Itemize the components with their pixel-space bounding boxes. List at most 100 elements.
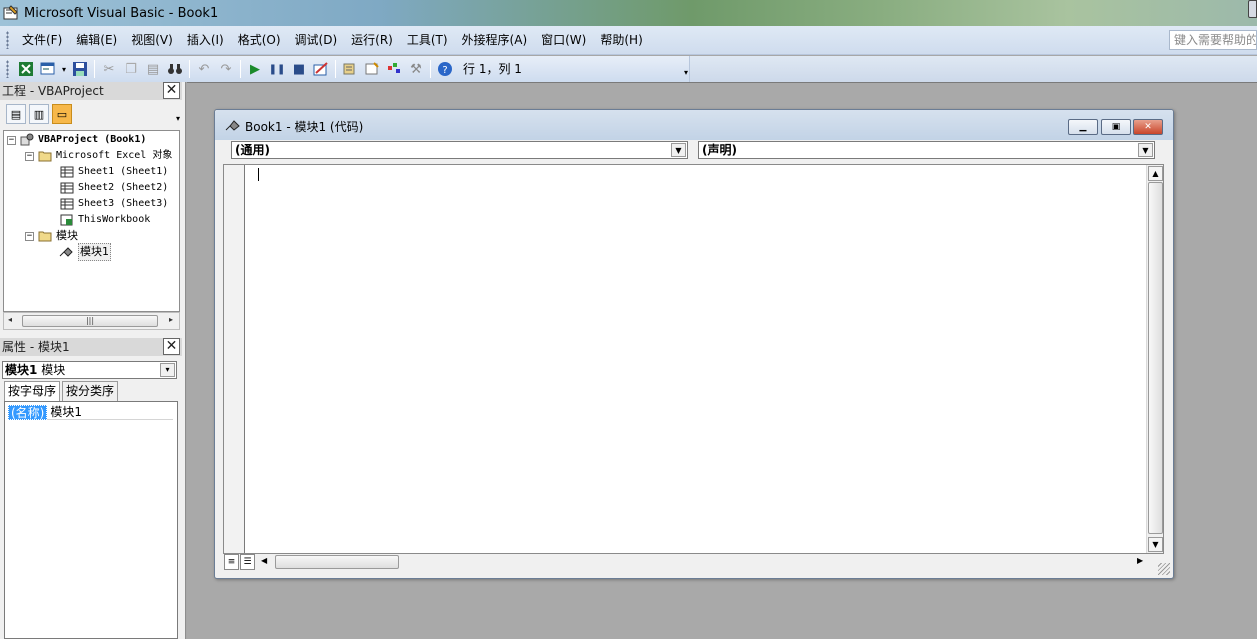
text-caret <box>258 168 259 181</box>
project-explorer-icon[interactable] <box>340 59 360 79</box>
menu-help[interactable]: 帮助(H) <box>593 30 649 50</box>
scroll-right-icon[interactable]: ▶ <box>1137 556 1143 565</box>
toolbar-separator <box>335 60 336 78</box>
tree-node-sheet3[interactable]: Sheet3 (Sheet3) <box>59 196 168 212</box>
scroll-thumb[interactable] <box>1148 182 1163 534</box>
code-window: Book1 - 模块1 (代码) ▁ ▣ ✕ (通用) ▼ (声明) ▼ ▲ ▼… <box>214 109 1174 579</box>
tab-categorized[interactable]: 按分类序 <box>62 381 119 401</box>
design-mode-icon[interactable] <box>311 59 331 79</box>
toolbar-separator <box>240 60 241 78</box>
folder-open-icon <box>37 149 53 163</box>
minimize-button[interactable]: ▁ <box>1068 119 1098 135</box>
scroll-right-icon[interactable]: ▸ <box>169 315 173 324</box>
project-tree-hscrollbar[interactable]: ◂ ||| ▸ <box>3 312 180 330</box>
scroll-left-icon[interactable]: ◀ <box>261 556 267 565</box>
resize-grip-icon[interactable] <box>1158 563 1170 575</box>
tab-alphabetic[interactable]: 按字母序 <box>4 381 61 402</box>
object-selector[interactable]: 模块1 模块 ▾ <box>2 361 177 379</box>
chevron-down-icon[interactable]: ▾ <box>160 363 175 377</box>
properties-grid: (名称) 模块1 <box>4 401 178 639</box>
window-title: Microsoft Visual Basic - Book1 <box>24 5 219 21</box>
view-excel-icon[interactable] <box>16 59 36 79</box>
redo-icon[interactable]: ↷ <box>216 59 236 79</box>
pane-toolbar-options-icon[interactable]: ▾ <box>176 114 180 123</box>
chevron-down-icon[interactable]: ▼ <box>1138 143 1153 157</box>
toolbar-options-icon[interactable]: ▾ <box>684 68 688 77</box>
full-module-view-icon[interactable]: ☰ <box>240 554 255 570</box>
break-icon[interactable]: ❚❚ <box>267 59 287 79</box>
standard-toolbar: ▾ ✂ ❐ ▤ ↶ ↷ ▶ ❚❚ ■ ⚒ ? 行 1，列 1 <box>0 56 690 82</box>
scroll-thumb[interactable]: ||| <box>22 315 158 327</box>
svg-text:?: ? <box>442 65 447 76</box>
code-editor[interactable]: ▲ ▼ <box>223 164 1164 554</box>
close-button[interactable]: ✕ <box>1133 119 1163 135</box>
copy-icon[interactable]: ❐ <box>121 59 141 79</box>
tree-node-sheet1[interactable]: Sheet1 (Sheet1) <box>59 164 168 180</box>
help-icon[interactable]: ? <box>435 59 455 79</box>
tree-node-thisworkbook[interactable]: ThisWorkbook <box>59 212 150 228</box>
tree-node-module1[interactable]: 模块1 <box>59 243 111 261</box>
properties-window-icon[interactable] <box>362 59 382 79</box>
property-row-name[interactable]: (名称) 模块1 <box>8 405 174 420</box>
menu-view[interactable]: 视图(V) <box>124 30 180 50</box>
collapse-icon[interactable]: − <box>25 151 34 161</box>
scroll-up-icon[interactable]: ▲ <box>1148 166 1163 181</box>
menu-format[interactable]: 格式(O) <box>231 30 288 50</box>
worksheet-icon <box>59 181 75 195</box>
toolbar-separator <box>94 60 95 78</box>
menu-insert[interactable]: 插入(I) <box>180 30 231 50</box>
menu-debug[interactable]: 调试(D) <box>288 30 345 50</box>
view-code-icon[interactable]: ▤ <box>6 104 26 124</box>
toolbar-separator <box>430 60 431 78</box>
scroll-down-icon[interactable]: ▼ <box>1148 537 1163 552</box>
insert-dropdown-icon[interactable]: ▾ <box>60 59 68 79</box>
paste-icon[interactable]: ▤ <box>143 59 163 79</box>
scroll-thumb[interactable] <box>275 555 399 569</box>
tree-node-modules[interactable]: − 模块 <box>25 228 78 244</box>
tree-node-vbaproject[interactable]: − VBAProject (Book1) <box>7 132 146 148</box>
scroll-left-icon[interactable]: ◂ <box>8 315 12 324</box>
collapse-icon[interactable]: − <box>25 231 34 241</box>
code-vscrollbar[interactable]: ▲ ▼ <box>1146 165 1163 553</box>
property-value[interactable]: 模块1 <box>47 405 174 420</box>
procedure-dropdown[interactable]: (声明) ▼ <box>698 141 1155 159</box>
menu-file[interactable]: 文件(F) <box>15 30 69 50</box>
project-pane-close-button[interactable]: ✕ <box>163 82 180 99</box>
collapse-icon[interactable]: − <box>7 135 16 145</box>
procedure-view-icon[interactable]: ≡ <box>224 554 239 570</box>
chevron-down-icon[interactable]: ▼ <box>671 143 686 157</box>
menu-addins[interactable]: 外接程序(A) <box>455 30 535 50</box>
menu-edit[interactable]: 编辑(E) <box>69 30 124 50</box>
breakpoint-margin[interactable] <box>224 165 245 553</box>
menubar-grip[interactable] <box>6 31 9 49</box>
object-dropdown[interactable]: (通用) ▼ <box>231 141 688 159</box>
properties-pane-close-button[interactable]: ✕ <box>163 338 180 355</box>
view-object-icon[interactable]: ▥ <box>29 104 49 124</box>
menu-window[interactable]: 窗口(W) <box>534 30 593 50</box>
toolbar-grip[interactable] <box>6 60 9 78</box>
menu-tools[interactable]: 工具(T) <box>400 30 455 50</box>
project-pane-title: 工程 - VBAProject <box>2 84 104 98</box>
menu-run[interactable]: 运行(R) <box>344 30 400 50</box>
find-icon[interactable] <box>165 59 185 79</box>
undo-icon[interactable]: ↶ <box>194 59 214 79</box>
vba-app-icon[interactable] <box>3 5 19 21</box>
reset-icon[interactable]: ■ <box>289 59 309 79</box>
help-search-input[interactable]: 键入需要帮助的 <box>1169 30 1257 50</box>
toolbox-icon[interactable]: ⚒ <box>406 59 426 79</box>
project-pane-header: 工程 - VBAProject ✕ <box>0 82 182 100</box>
restore-button[interactable]: ▣ <box>1101 119 1131 135</box>
toggle-folders-icon[interactable]: ▭ <box>52 104 72 124</box>
cut-icon[interactable]: ✂ <box>99 59 119 79</box>
project-pane-toolbar: ▤ ▥ ▭ ▾ <box>0 100 182 128</box>
insert-userform-icon[interactable] <box>38 59 58 79</box>
properties-pane-title: 属性 - 模块1 <box>2 340 70 354</box>
project-tree: − VBAProject (Book1) − Microsoft Excel 对… <box>3 130 180 312</box>
folder-open-icon <box>37 229 53 243</box>
tree-node-sheet2[interactable]: Sheet2 (Sheet2) <box>59 180 168 196</box>
window-control-button[interactable] <box>1248 0 1257 18</box>
save-icon[interactable] <box>70 59 90 79</box>
object-browser-icon[interactable] <box>384 59 404 79</box>
run-icon[interactable]: ▶ <box>245 59 265 79</box>
tree-node-excel-objects[interactable]: − Microsoft Excel 对象 <box>25 148 172 164</box>
